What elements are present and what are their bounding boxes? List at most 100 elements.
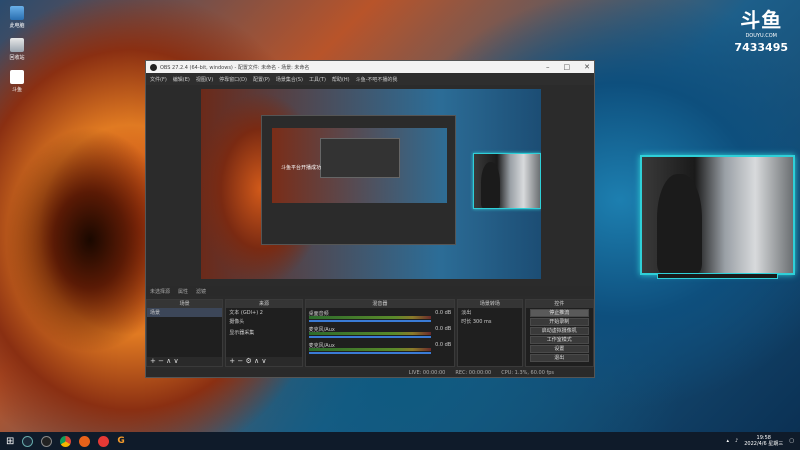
- scenes-dock-footer[interactable]: + − ∧ ∨: [147, 357, 223, 366]
- menu-scene-collection[interactable]: 场景集合(S): [276, 76, 303, 83]
- volume-meter: [308, 316, 432, 319]
- nested-obs-window: [261, 115, 456, 245]
- obs-taskbar-icon[interactable]: [41, 435, 53, 447]
- menu-profile[interactable]: 配置(P): [253, 76, 270, 83]
- channel-db: 0.0 dB: [435, 342, 452, 348]
- transitions-dock-title: 场景转场: [458, 300, 522, 308]
- source-item[interactable]: 显示器采集: [226, 328, 301, 337]
- steam-icon[interactable]: [22, 435, 34, 447]
- nested-obs-window-2: [320, 138, 400, 178]
- channel-db: 0.0 dB: [435, 310, 452, 316]
- app-icon[interactable]: [79, 435, 91, 447]
- menu-help[interactable]: 帮助(H): [332, 76, 350, 83]
- system-tray: ▴ ♪ 19:58 2022/4/6 星期三 ▢: [727, 435, 795, 447]
- mixer-channel[interactable]: 桌面音频 0.0 dB: [308, 310, 452, 324]
- preview-stream-text: 斗鱼平台开播成功: [281, 165, 322, 171]
- mixer-channel[interactable]: 麦克风/Aux 0.0 dB: [308, 326, 452, 340]
- douyu-logo: 斗鱼: [740, 8, 783, 32]
- obs-titlebar[interactable]: OBS 27.2.4 (64-bit, windows) - 配置文件: 未命名…: [146, 61, 594, 73]
- transition-duration[interactable]: 时长 300 ms: [458, 317, 521, 326]
- mixer-dock-title: 混音器: [305, 300, 455, 308]
- menu-tools[interactable]: 工具(T): [309, 76, 326, 83]
- channel-db: 0.0 dB: [435, 326, 452, 332]
- preview-webcam: [473, 153, 541, 209]
- duration-value: 300 ms: [472, 319, 492, 325]
- studio-mode-button[interactable]: 工作室模式: [529, 336, 589, 344]
- menu-douyu[interactable]: 斗鱼-不吧不播的我: [356, 76, 398, 83]
- volume-slider[interactable]: [308, 336, 432, 338]
- live-status: LIVE: 00:00:00: [408, 370, 446, 376]
- scenes-dock-title: 场景: [147, 300, 223, 308]
- desktop-icon-label: 斗鱼: [11, 87, 22, 93]
- start-recording-button[interactable]: 开始录制: [529, 318, 589, 326]
- clock[interactable]: 19:58 2022/4/6 星期三: [744, 435, 783, 447]
- desktop-icon-label: 此电脑: [9, 23, 25, 29]
- source-toolbar: 未选择源 属性 滤镜: [146, 286, 594, 296]
- cpu-status: CPU: 1.3%, 60.00 fps: [501, 370, 554, 376]
- transitions-dock: 场景转场 淡出 时长 300 ms: [457, 299, 523, 367]
- obs-docks: 场景 场景 + − ∧ ∨ 来源 文本 (GDI+) 2 摄像头 显示器采集 +…: [146, 299, 594, 367]
- obs-logo-icon: [150, 63, 157, 71]
- webcam-overlay: [640, 155, 795, 279]
- mixer-dock: 混音器 桌面音频 0.0 dB 麦克风/Aux 0.0 dB 麦克风/Aux 0…: [304, 299, 456, 367]
- taskbar: ⊞ G ▴ ♪ 19:58 2022/4/6 星期三 ▢: [0, 432, 800, 450]
- menu-view[interactable]: 视图(V): [196, 76, 213, 83]
- desktop-icon-this-pc[interactable]: 此电脑: [4, 6, 30, 29]
- stop-streaming-button[interactable]: 停止推流: [529, 309, 589, 317]
- minimize-icon[interactable]: –: [546, 63, 550, 71]
- recycle-bin-icon: [10, 38, 24, 52]
- volume-meter: [308, 348, 432, 351]
- source-item[interactable]: 摄像头: [226, 317, 301, 326]
- sources-dock-footer[interactable]: + − ⚙ ∧ ∨: [226, 357, 302, 366]
- scenes-dock: 场景 场景 + − ∧ ∨: [146, 299, 224, 367]
- obs-preview[interactable]: 斗鱼平台开播成功: [201, 89, 541, 279]
- virtual-camera-button[interactable]: 启动虚拟摄像机: [529, 327, 589, 335]
- maximize-icon[interactable]: □: [564, 63, 571, 71]
- controls-dock: 控件 停止推流 开始录制 启动虚拟摄像机 工作室模式 设置 退出: [524, 299, 594, 367]
- obs-window[interactable]: OBS 27.2.4 (64-bit, windows) - 配置文件: 未命名…: [145, 60, 595, 378]
- mixer-channel[interactable]: 麦克风/Aux 0.0 dB: [308, 342, 452, 356]
- no-source-label: 未选择源: [150, 288, 171, 295]
- exit-button[interactable]: 退出: [529, 354, 589, 362]
- close-icon[interactable]: ✕: [584, 63, 590, 71]
- douyu-watermark: 斗鱼 DOUYU.COM 7433495: [734, 4, 788, 54]
- menu-docks[interactable]: 停靠窗口(D): [219, 76, 247, 83]
- notification-icon[interactable]: ▢: [789, 438, 794, 444]
- network-icon[interactable]: ▴: [727, 438, 730, 444]
- volume-meter: [308, 332, 432, 335]
- volume-icon[interactable]: ♪: [735, 438, 738, 444]
- obs-menubar: 文件(F) 编辑(E) 视图(V) 停靠窗口(D) 配置(P) 场景集合(S) …: [146, 73, 594, 85]
- computer-icon: [10, 6, 24, 20]
- sources-dock-title: 来源: [226, 300, 302, 308]
- volume-slider[interactable]: [308, 352, 432, 354]
- clock-date: 2022/4/6 星期三: [744, 441, 784, 447]
- menu-file[interactable]: 文件(F): [150, 76, 167, 83]
- douyu-taskbar-icon[interactable]: [98, 435, 110, 447]
- controls-dock-title: 控件: [525, 300, 593, 308]
- preview-webcam-person: [480, 162, 501, 208]
- douyu-room-number: 7433495: [734, 41, 788, 54]
- properties-button[interactable]: 属性: [178, 288, 188, 295]
- scene-item[interactable]: 场景: [147, 308, 223, 317]
- g-app-icon[interactable]: G: [117, 436, 124, 446]
- transition-type[interactable]: 淡出: [458, 308, 521, 317]
- webcam-person: [657, 174, 703, 273]
- menu-edit[interactable]: 编辑(E): [173, 76, 190, 83]
- source-item[interactable]: 文本 (GDI+) 2: [226, 308, 301, 317]
- sources-dock: 来源 文本 (GDI+) 2 摄像头 显示器采集 + − ⚙ ∧ ∨: [225, 299, 303, 367]
- douyu-app-icon: [10, 70, 24, 84]
- desktop-icon-label: 回收站: [9, 55, 25, 61]
- obs-title: OBS 27.2.4 (64-bit, windows) - 配置文件: 未命名…: [160, 64, 310, 71]
- desktop-icon-douyu[interactable]: 斗鱼: [4, 70, 30, 93]
- chrome-icon[interactable]: [60, 435, 72, 447]
- filters-button[interactable]: 滤镜: [196, 288, 206, 295]
- douyu-domain: DOUYU.COM: [745, 33, 777, 39]
- duration-label: 时长: [461, 319, 472, 325]
- windows-start-icon[interactable]: ⊞: [6, 436, 14, 447]
- obs-statusbar: LIVE: 00:00:00 REC: 00:00:00 CPU: 1.3%, …: [146, 369, 594, 377]
- desktop-icon-recycle-bin[interactable]: 回收站: [4, 38, 30, 61]
- volume-slider[interactable]: [308, 320, 432, 322]
- rec-status: REC: 00:00:00: [455, 370, 492, 376]
- webcam-frame-bar: [657, 273, 778, 279]
- settings-button[interactable]: 设置: [529, 345, 589, 353]
